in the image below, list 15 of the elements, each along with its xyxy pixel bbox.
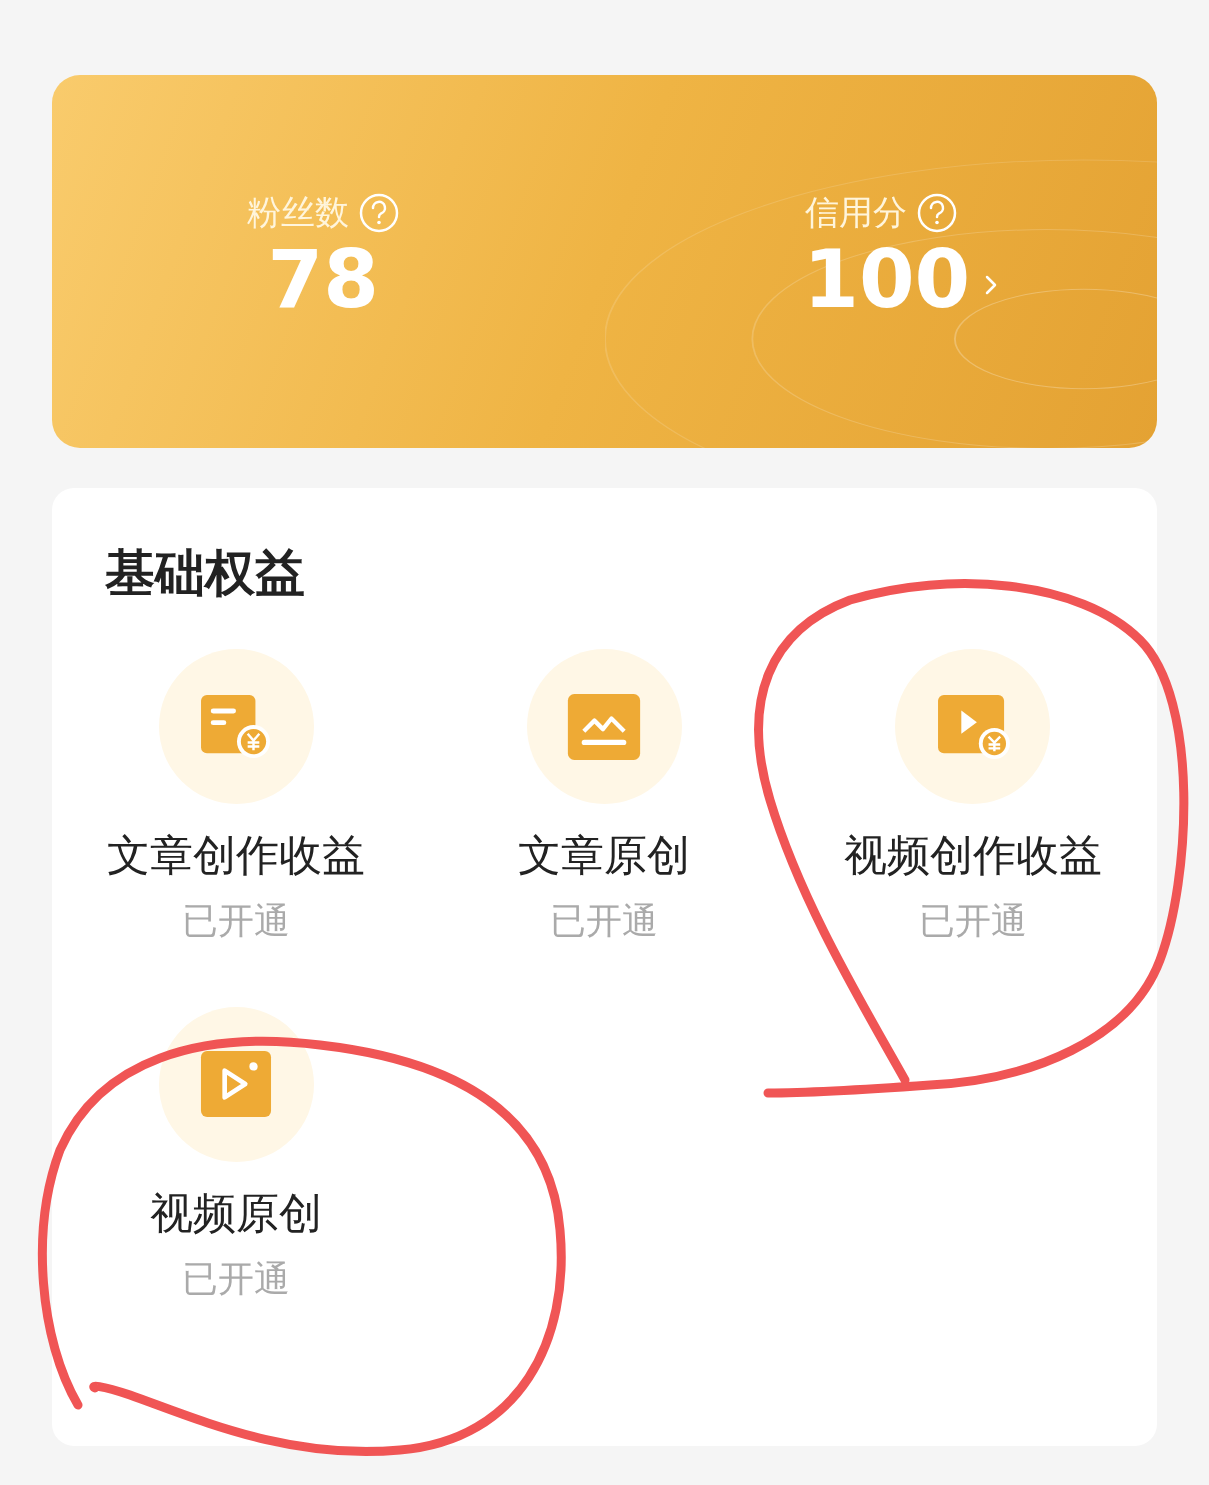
benefit-status: 已开通 [550, 898, 659, 943]
benefit-status: 已开通 [918, 898, 1027, 943]
stat-value: 100 [803, 235, 971, 324]
stat-label: 信用分 [804, 190, 907, 234]
help-icon[interactable] [359, 192, 400, 233]
benefit-name: 文章创作收益 [107, 829, 366, 882]
stat-value: 78 [267, 235, 379, 324]
help-icon[interactable] [916, 192, 957, 233]
section-title: 基础权益 [105, 543, 306, 603]
benefit-name: 视频原创 [150, 1186, 323, 1240]
benefit-status: 已开通 [182, 1256, 291, 1301]
benefit-name: 视频创作收益 [843, 829, 1102, 882]
benefit-name: 文章原创 [518, 829, 691, 882]
stat-label: 粉丝数 [247, 190, 350, 234]
benefit-status: 已开通 [182, 898, 291, 943]
